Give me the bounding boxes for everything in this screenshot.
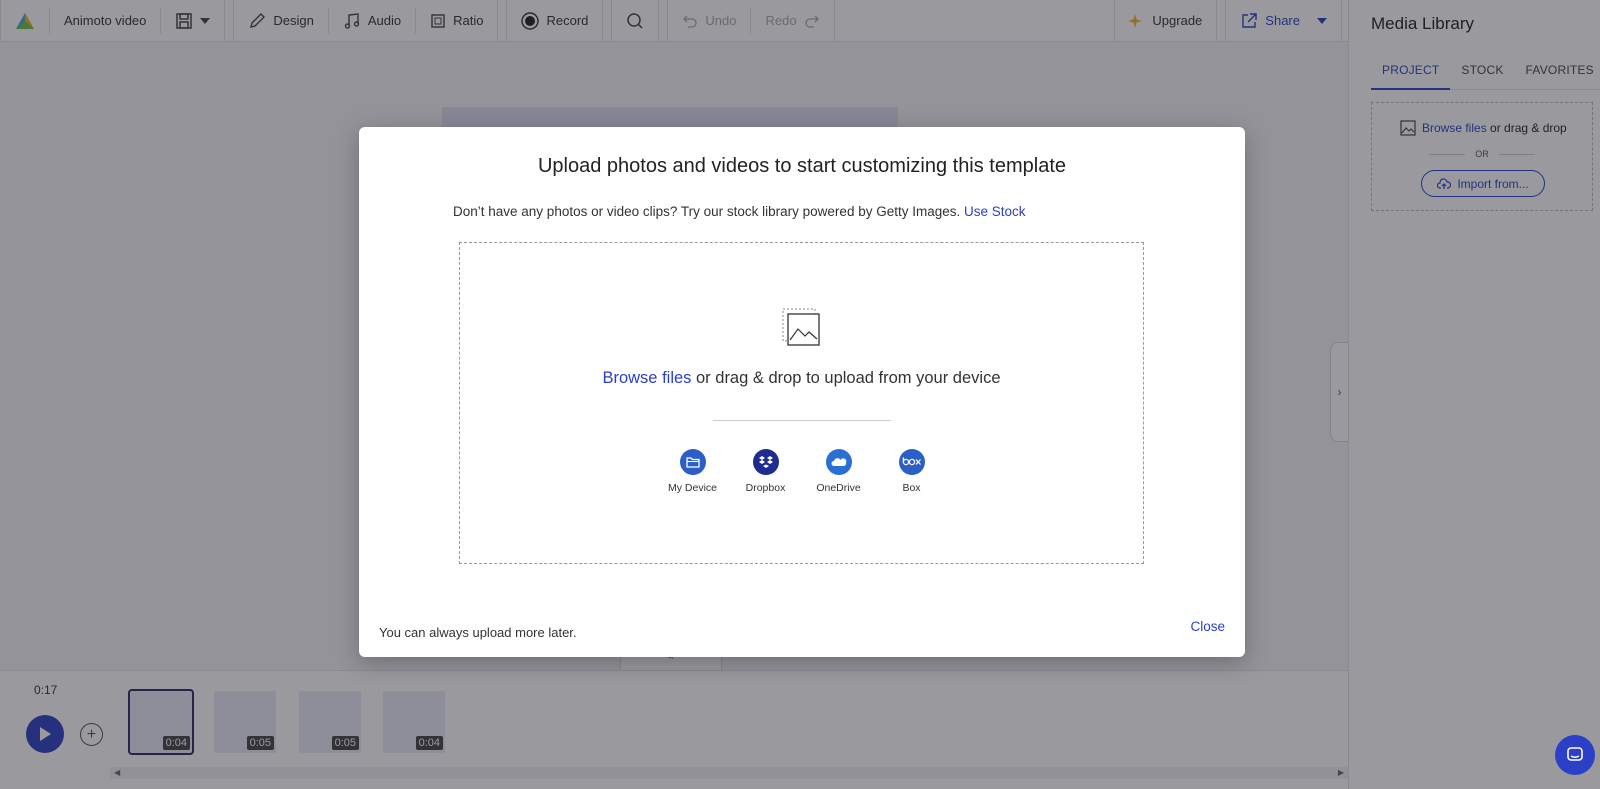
- source-my-device[interactable]: My Device: [656, 449, 729, 494]
- upload-modal: Upload photos and videos to start custom…: [359, 127, 1245, 657]
- source-label: OneDrive: [816, 482, 861, 494]
- folder-icon: [679, 449, 706, 475]
- onedrive-icon: [825, 449, 852, 475]
- image-upload-icon: [782, 308, 820, 346]
- use-stock-link[interactable]: Use Stock: [964, 204, 1026, 219]
- source-label: My Device: [667, 482, 717, 494]
- chat-icon: [1567, 747, 1583, 761]
- source-label: Box: [902, 482, 921, 494]
- dropbox-icon: [752, 449, 779, 475]
- source-box[interactable]: Box: [875, 449, 948, 494]
- modal-title: Upload photos and videos to start custom…: [537, 155, 1067, 177]
- close-button[interactable]: Close: [1190, 619, 1225, 634]
- box-icon: [898, 449, 925, 475]
- drag-drop-text: or drag & drop to upload from your devic…: [691, 369, 1001, 387]
- source-dropbox[interactable]: Dropbox: [729, 449, 802, 494]
- chat-launcher-button[interactable]: [1555, 735, 1595, 775]
- source-onedrive[interactable]: OneDrive: [802, 449, 875, 494]
- divider: [713, 420, 891, 421]
- source-label: Dropbox: [745, 482, 786, 494]
- dropzone-text: Browse files or drag & drop to upload fr…: [460, 369, 1143, 388]
- modal-subtitle: Don’t have any photos or video clips? Tr…: [453, 204, 1026, 219]
- stock-prompt-text: Don’t have any photos or video clips? Tr…: [453, 204, 961, 219]
- upload-dropzone[interactable]: Browse files or drag & drop to upload fr…: [459, 242, 1144, 564]
- browse-files-link[interactable]: Browse files: [602, 369, 691, 387]
- modal-footer-note: You can always upload more later.: [379, 625, 577, 640]
- upload-sources: My Device Dropbox OneDrive Box: [656, 449, 948, 494]
